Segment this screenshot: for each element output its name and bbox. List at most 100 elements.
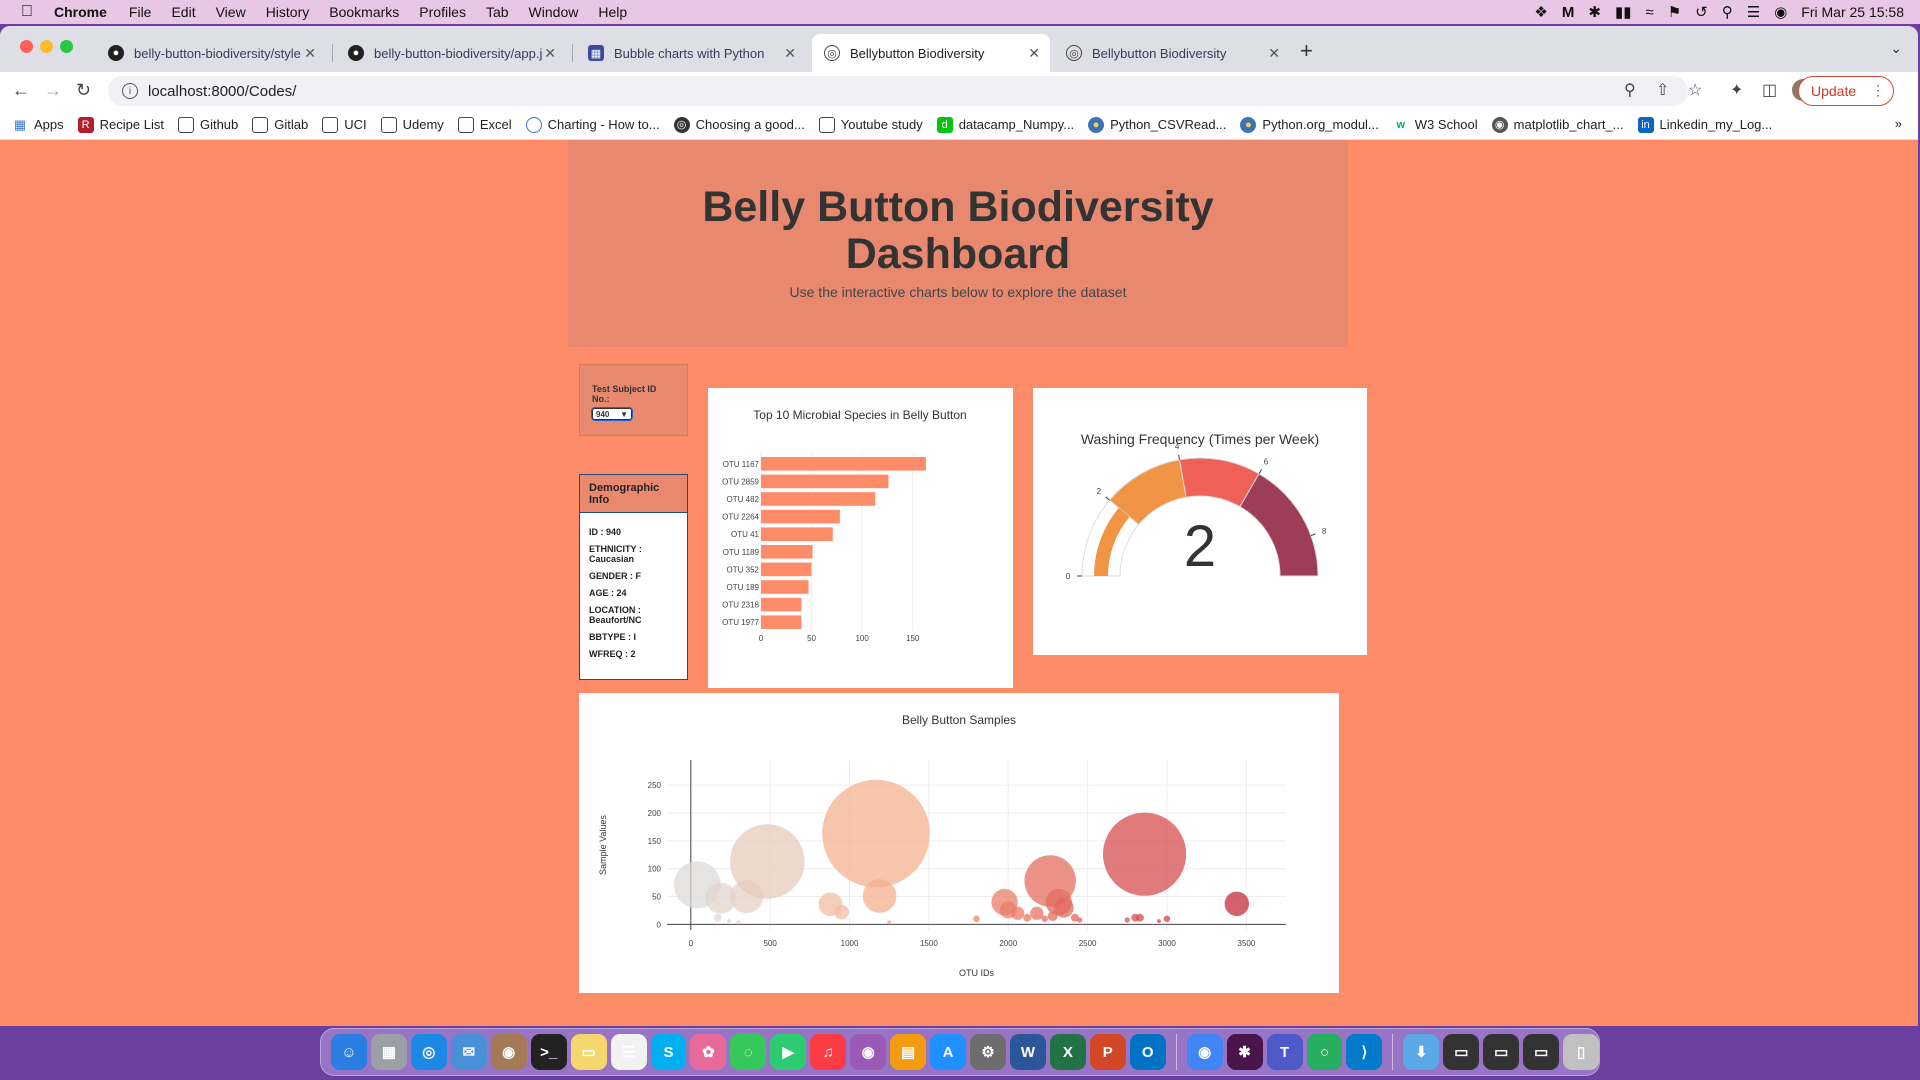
menu-profiles[interactable]: Profiles bbox=[419, 4, 466, 20]
bookmark-youtube[interactable]: Youtube study bbox=[818, 116, 923, 133]
bookmark-w3school[interactable]: w W3 School bbox=[1393, 117, 1478, 133]
downloads-icon[interactable]: ⬇ bbox=[1403, 1034, 1440, 1070]
wifi-icon[interactable]: ≈ bbox=[1645, 4, 1653, 21]
washing-frequency-gauge[interactable]: Washing Frequency (Times per Week) 0 2 4 6 8 2 bbox=[1033, 388, 1367, 655]
menu-edit[interactable]: Edit bbox=[171, 4, 195, 20]
photos-icon[interactable]: ✿ bbox=[690, 1034, 727, 1070]
apple-icon[interactable]:  bbox=[0, 3, 54, 21]
notes-icon[interactable]: ▭ bbox=[570, 1034, 607, 1070]
mail-icon[interactable]: ✉ bbox=[450, 1034, 487, 1070]
menu-file[interactable]: File bbox=[129, 4, 152, 20]
skype-icon[interactable]: S bbox=[650, 1034, 687, 1070]
bar-chart-card[interactable]: Top 10 Microbial Species in Belly Button… bbox=[708, 388, 1013, 688]
close-icon[interactable]: ✕ bbox=[544, 45, 556, 62]
spotlight-icon[interactable]: ⚲ bbox=[1722, 3, 1733, 21]
settings-icon[interactable]: ⚙ bbox=[970, 1034, 1006, 1070]
more-vertical-icon[interactable]: ⋮ bbox=[1871, 82, 1885, 99]
outlook-icon[interactable]: O bbox=[1129, 1034, 1166, 1070]
finder-icon[interactable]: ☺ bbox=[331, 1034, 367, 1070]
vscode-icon[interactable]: ⟩ bbox=[1346, 1034, 1383, 1070]
window-thumb-icon[interactable]: ▭ bbox=[1443, 1034, 1480, 1070]
close-icon[interactable]: ✕ bbox=[304, 45, 316, 62]
bookmark-gitlab[interactable]: Gitlab bbox=[252, 116, 308, 133]
extensions-puzzle-icon[interactable]: ✦ bbox=[1730, 80, 1743, 100]
menu-bookmarks[interactable]: Bookmarks bbox=[329, 4, 399, 20]
chrome-icon[interactable]: ◉ bbox=[1186, 1034, 1223, 1070]
bubble-chart-card[interactable]: Belly Button Samples 0 500 1000 1500 2000 2500… bbox=[579, 693, 1339, 993]
bookmark-charting[interactable]: Charting - How to... bbox=[525, 116, 660, 133]
menu-window[interactable]: Window bbox=[529, 4, 579, 20]
m-app-icon[interactable]: M bbox=[1562, 4, 1575, 21]
facetime-icon[interactable]: ▶ bbox=[770, 1034, 807, 1070]
bookmark-excel[interactable]: Excel bbox=[457, 116, 512, 133]
close-icon[interactable]: ✕ bbox=[1028, 45, 1040, 62]
bookmark-python-org[interactable]: ● Python.org_modul... bbox=[1240, 116, 1379, 133]
menubar-datetime[interactable]: Fri Mar 25 15:58 bbox=[1801, 4, 1904, 20]
zoom-window-button[interactable] bbox=[60, 40, 73, 53]
excel-icon[interactable]: X bbox=[1049, 1034, 1086, 1070]
close-icon[interactable]: ✕ bbox=[1268, 45, 1280, 62]
subject-id-dropdown[interactable]: 940 ▼ bbox=[591, 407, 633, 421]
bookmark-choosing[interactable]: ◎ Choosing a good... bbox=[673, 116, 805, 133]
back-arrow-icon[interactable]: ← bbox=[12, 80, 30, 101]
new-tab-plus-icon[interactable]: + bbox=[1300, 38, 1313, 64]
bookmark-udemy[interactable]: Udemy bbox=[380, 116, 444, 133]
gauge-chart-card[interactable]: Washing Frequency (Times per Week) 0 2 4 6 8 2 bbox=[1033, 388, 1367, 655]
menu-help[interactable]: Help bbox=[598, 4, 627, 20]
close-icon[interactable]: ✕ bbox=[784, 45, 796, 62]
flag-icon[interactable]: ⚑ bbox=[1668, 3, 1681, 21]
podcasts-icon[interactable]: ◉ bbox=[850, 1034, 887, 1070]
forward-arrow-icon[interactable]: → bbox=[44, 80, 62, 101]
bluetooth-icon[interactable]: ✱ bbox=[1588, 3, 1601, 21]
books-icon[interactable]: ▤ bbox=[890, 1034, 927, 1070]
teams-icon[interactable]: T bbox=[1266, 1034, 1303, 1070]
bookmark-star-icon[interactable]: ☆ bbox=[1688, 80, 1702, 100]
bookmark-uci[interactable]: UCI bbox=[322, 116, 367, 133]
dropbox-icon[interactable]: ❖ bbox=[1534, 3, 1547, 21]
music-icon[interactable]: ♫ bbox=[810, 1034, 847, 1070]
bookmark-datacamp[interactable]: d datacamp_Numpy... bbox=[936, 116, 1074, 133]
address-bar[interactable]: i localhost:8000/Codes/ bbox=[108, 76, 1688, 106]
bookmark-recipe-list[interactable]: R Recipe List bbox=[77, 116, 164, 133]
bookmark-github[interactable]: Github bbox=[177, 116, 238, 133]
contacts-icon[interactable]: ◉ bbox=[490, 1034, 527, 1070]
reminders-icon[interactable]: ☰ bbox=[610, 1034, 647, 1070]
word-icon[interactable]: W bbox=[1009, 1034, 1046, 1070]
bookmark-matplotlib[interactable]: ◉ matplotlib_chart_... bbox=[1491, 116, 1624, 133]
zoom-magnifier-icon[interactable]: ⚲ bbox=[1624, 80, 1636, 100]
tab-app-github[interactable]: ● belly-button-biodiversity/app.j ✕ bbox=[336, 34, 566, 72]
time-machine-icon[interactable]: ↺ bbox=[1695, 3, 1708, 21]
window-thumb-icon[interactable]: ▭ bbox=[1523, 1034, 1560, 1070]
bookmark-linkedin[interactable]: in Linkedin_my_Log... bbox=[1637, 116, 1772, 133]
siri-icon[interactable]: ◉ bbox=[1774, 3, 1787, 21]
trash-icon[interactable]: ▯ bbox=[1563, 1034, 1600, 1070]
update-button[interactable]: Update ⋮ bbox=[1798, 76, 1894, 106]
site-info-icon[interactable]: i bbox=[122, 83, 138, 99]
samples-bubble-chart[interactable]: Belly Button Samples0 500 1000 1500 2000 2500… bbox=[579, 693, 1339, 993]
appstore-icon[interactable]: A bbox=[930, 1034, 966, 1070]
share-icon[interactable]: ⇧ bbox=[1656, 80, 1669, 100]
tab-style-github[interactable]: ● belly-button-biodiversity/style ✕ bbox=[96, 34, 326, 72]
messages-icon[interactable]: ◌ bbox=[730, 1034, 767, 1070]
close-window-button[interactable] bbox=[20, 40, 33, 53]
menu-history[interactable]: History bbox=[266, 4, 310, 20]
menu-view[interactable]: View bbox=[216, 4, 246, 20]
circle-app-icon[interactable]: ○ bbox=[1306, 1034, 1343, 1070]
chevron-right-double-icon[interactable]: » bbox=[1895, 116, 1902, 131]
bookmark-apps[interactable]: ▦ Apps bbox=[12, 117, 64, 133]
reload-icon[interactable]: ↻ bbox=[76, 80, 91, 101]
tab-bellybutton-active[interactable]: ◎ Bellybutton Biodiversity ✕ bbox=[812, 34, 1050, 72]
side-panel-icon[interactable]: ◫ bbox=[1762, 80, 1777, 100]
window-thumb-icon[interactable]: ▭ bbox=[1483, 1034, 1520, 1070]
launchpad-icon[interactable]: ▦ bbox=[370, 1034, 407, 1070]
terminal-icon[interactable]: >_ bbox=[530, 1034, 567, 1070]
battery-icon[interactable]: ▮▮ bbox=[1615, 3, 1632, 21]
menu-tab[interactable]: Tab bbox=[486, 4, 509, 20]
minimize-window-button[interactable] bbox=[40, 40, 53, 53]
chevron-down-icon[interactable]: ⌄ bbox=[1890, 40, 1902, 57]
tab-bubble-charts[interactable]: ▦ Bubble charts with Python ✕ bbox=[576, 34, 806, 72]
control-center-icon[interactable]: ☰ bbox=[1747, 3, 1760, 21]
menu-app-name[interactable]: Chrome bbox=[54, 4, 107, 20]
bookmark-python-csv[interactable]: ● Python_CSVRead... bbox=[1088, 116, 1226, 133]
slack-icon[interactable]: ✱ bbox=[1226, 1034, 1263, 1070]
